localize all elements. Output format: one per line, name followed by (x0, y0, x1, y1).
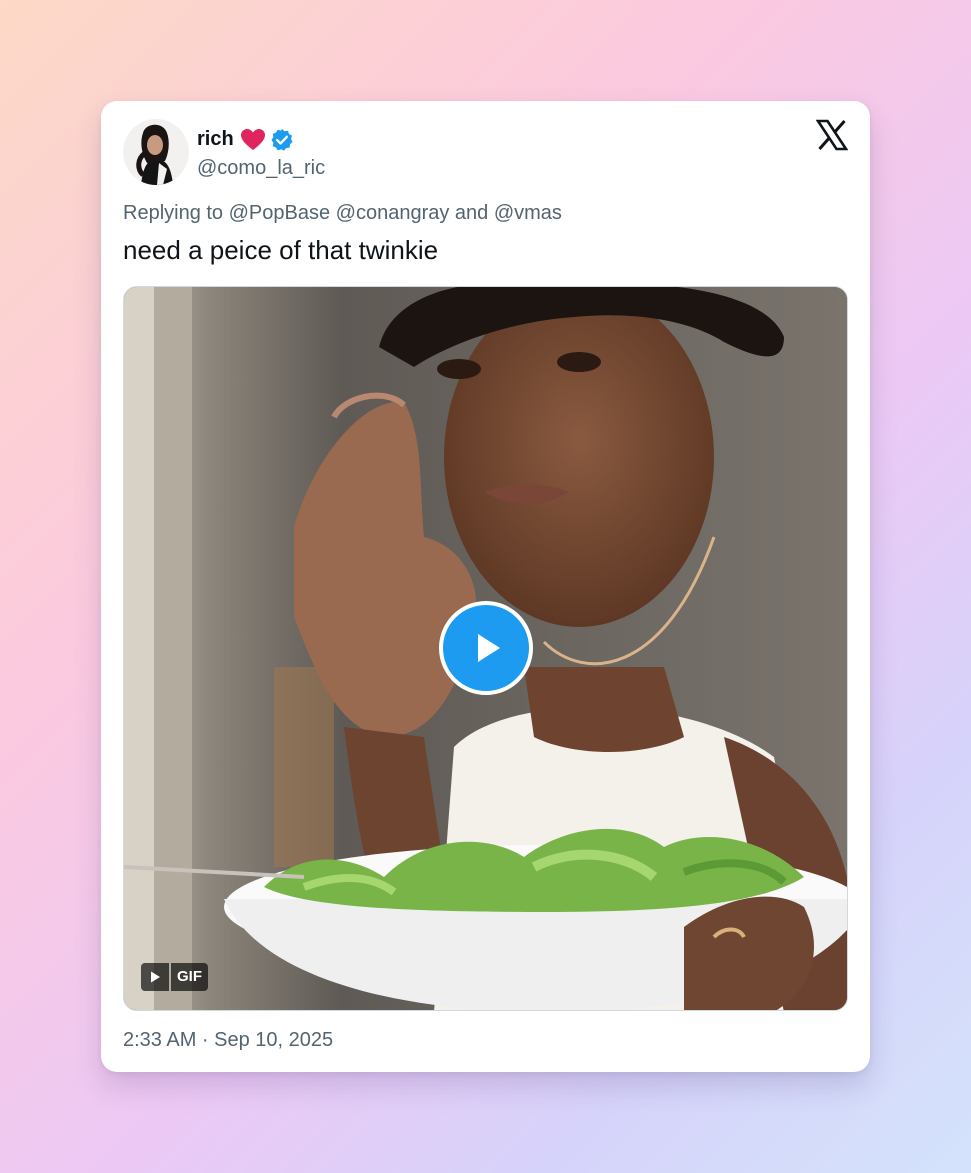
gif-play-icon (141, 963, 169, 991)
author-handle[interactable]: @como_la_ric (197, 157, 325, 180)
gif-label: GIF (171, 963, 208, 991)
tweet-header: rich @como_la_ric (123, 119, 325, 185)
play-button[interactable] (439, 601, 533, 695)
x-logo-icon[interactable] (815, 119, 849, 151)
play-icon (478, 634, 500, 662)
avatar-image (123, 119, 189, 185)
avatar[interactable] (123, 119, 189, 185)
author-identity: rich @como_la_ric (197, 125, 325, 180)
gif-badge: GIF (141, 963, 208, 991)
heart-icon (240, 128, 266, 152)
verified-badge-icon (270, 128, 294, 152)
tweet-card: rich @como_la_ric Replying to @PopBase @… (101, 101, 870, 1072)
tweet-text: need a peice of that twinkie (123, 235, 439, 265)
name-row: rich (197, 125, 325, 155)
replying-to-text[interactable]: Replying to @PopBase @conangray and @vma… (123, 202, 562, 225)
tweet-timestamp[interactable]: 2:33 AM · Sep 10, 2025 (123, 1029, 333, 1052)
gif-media[interactable]: GIF (123, 286, 848, 1011)
display-name[interactable]: rich (197, 128, 234, 151)
